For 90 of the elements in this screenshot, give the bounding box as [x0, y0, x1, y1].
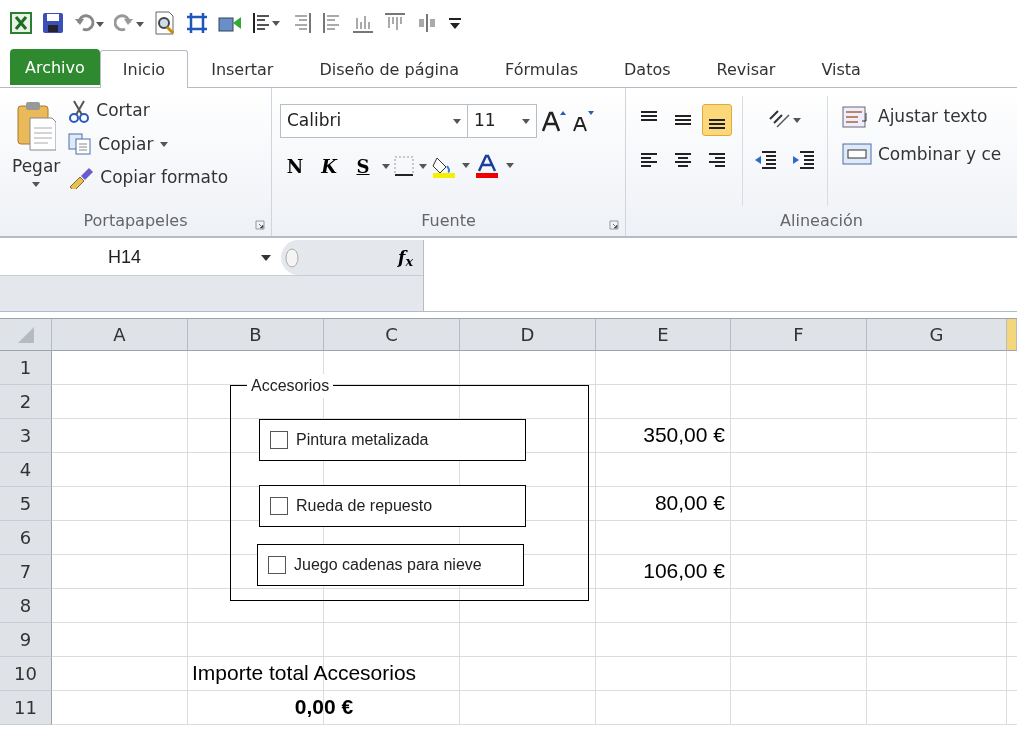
caret-icon[interactable]	[382, 163, 390, 169]
group-box-title: Accesorios	[247, 374, 334, 398]
paste-button[interactable]: Pegar	[8, 96, 65, 206]
checkbox-option[interactable]: Pintura metalizada	[259, 419, 526, 461]
vertical-align-bottom-button[interactable]	[702, 104, 732, 136]
row-header[interactable]: 9	[0, 623, 52, 657]
checkbox[interactable]	[268, 556, 286, 574]
customize-menu-icon[interactable]	[448, 16, 462, 30]
caret-icon[interactable]	[261, 254, 271, 261]
align-right-icon[interactable]	[292, 12, 312, 34]
ribbon-tab[interactable]: Insertar	[188, 50, 297, 88]
column-header[interactable]: A	[52, 319, 188, 351]
checkbox[interactable]	[270, 431, 288, 449]
borders-icon[interactable]	[394, 155, 428, 177]
total-value: 0,00 €	[294, 694, 354, 720]
ribbon-tab[interactable]: Datos	[601, 50, 694, 88]
clipboard-icon[interactable]	[16, 100, 57, 152]
group-label: Portapapeles	[83, 210, 188, 232]
dialog-launcher-icon[interactable]	[609, 220, 619, 230]
checkbox-label: Juego cadenas para nieve	[294, 555, 482, 575]
caret-icon[interactable]	[32, 181, 41, 187]
copy-button[interactable]: Copiar	[64, 129, 233, 159]
dialog-launcher-icon[interactable]	[255, 220, 265, 230]
column-header[interactable]: G	[867, 319, 1007, 351]
font-color-icon[interactable]	[476, 154, 516, 178]
grow-font-icon[interactable]	[541, 109, 567, 133]
checkbox-label: Pintura metalizada	[296, 430, 429, 450]
currency-value: 80,00 €	[654, 490, 725, 516]
font-name-dropdown[interactable]: Calibri	[280, 104, 468, 138]
row-header[interactable]: 4	[0, 453, 52, 487]
ribbon-tab[interactable]: Revisar	[693, 50, 799, 88]
font-size-dropdown[interactable]: 11	[467, 104, 537, 138]
ribbon-tab[interactable]: Diseño de página	[296, 50, 482, 88]
italic-button[interactable]: K	[314, 150, 344, 182]
undo-icon[interactable]	[74, 13, 104, 33]
paintbrush-icon[interactable]	[68, 166, 95, 189]
group-label: Fuente	[421, 210, 476, 232]
wrap-text-button[interactable]: Ajustar texto	[838, 102, 1006, 132]
format-painter-button[interactable]: Copiar formato	[64, 163, 233, 193]
merge-cells-icon[interactable]	[842, 142, 872, 167]
column-header[interactable]: D	[460, 319, 596, 351]
checkbox-option[interactable]: Juego cadenas para nieve	[257, 544, 524, 586]
shrink-font-icon[interactable]	[571, 109, 595, 133]
checkbox-label: Rueda de repuesto	[296, 496, 433, 516]
row-header[interactable]: 6	[0, 521, 52, 555]
column-header[interactable]: C	[324, 319, 460, 351]
row-header[interactable]: 11	[0, 691, 52, 725]
row-header[interactable]: 1	[0, 351, 52, 385]
row-header[interactable]: 7	[0, 555, 52, 589]
lines-icon[interactable]	[639, 151, 659, 169]
row-header[interactable]: 5	[0, 487, 52, 521]
caret-icon[interactable]	[159, 141, 168, 147]
print-preview-icon[interactable]	[154, 11, 176, 35]
currency-value: 106,00 €	[643, 558, 725, 584]
lines-icon[interactable]	[673, 151, 693, 169]
cut-button[interactable]: Cortar	[64, 96, 233, 126]
save-icon[interactable]	[42, 12, 64, 34]
row-header[interactable]: 2	[0, 385, 52, 419]
checkbox-option[interactable]: Rueda de repuesto	[259, 485, 526, 527]
ribbon-tab[interactable]: Fórmulas	[482, 50, 602, 88]
cell-text: Importe total Accesorios	[192, 660, 417, 686]
decrease-indent-icon[interactable]	[754, 150, 778, 170]
column-header[interactable]: B	[188, 319, 324, 351]
splitter-handle-icon[interactable]	[285, 246, 299, 269]
row-header[interactable]: 10	[0, 657, 52, 691]
file-tab[interactable]: Archivo	[10, 49, 100, 85]
underline-button[interactable]: S	[348, 150, 378, 182]
increase-indent-icon[interactable]	[792, 150, 816, 170]
insert-function-button[interactable]: f$_{x}$	[398, 244, 413, 271]
caret-icon[interactable]	[453, 118, 461, 124]
row-header[interactable]: 3	[0, 419, 52, 453]
distribute-icon[interactable]	[416, 12, 438, 34]
align-left-caret-icon[interactable]	[252, 12, 282, 34]
column-header[interactable]: F	[731, 319, 867, 351]
ribbon-tab[interactable]: Vista	[798, 50, 884, 88]
bold-button[interactable]: N	[280, 150, 310, 182]
lines-icon[interactable]	[707, 151, 727, 169]
ribbon-tab[interactable]: Inicio	[99, 50, 189, 88]
group-label: Alineación	[780, 210, 863, 232]
row-header[interactable]: 8	[0, 589, 52, 623]
grid-frame-icon[interactable]	[186, 12, 208, 34]
currency-value: 350,00 €	[643, 422, 725, 448]
align-left-icon[interactable]	[322, 12, 342, 34]
redo-icon[interactable]	[114, 13, 144, 33]
caret-icon[interactable]	[522, 118, 530, 124]
merge-center-button[interactable]: Combinar y ce	[838, 139, 1006, 169]
checkbox[interactable]	[270, 497, 288, 515]
scissors-icon[interactable]	[68, 98, 91, 123]
column-header[interactable]: E	[596, 319, 731, 351]
spreadsheet-logo-icon	[10, 12, 32, 34]
